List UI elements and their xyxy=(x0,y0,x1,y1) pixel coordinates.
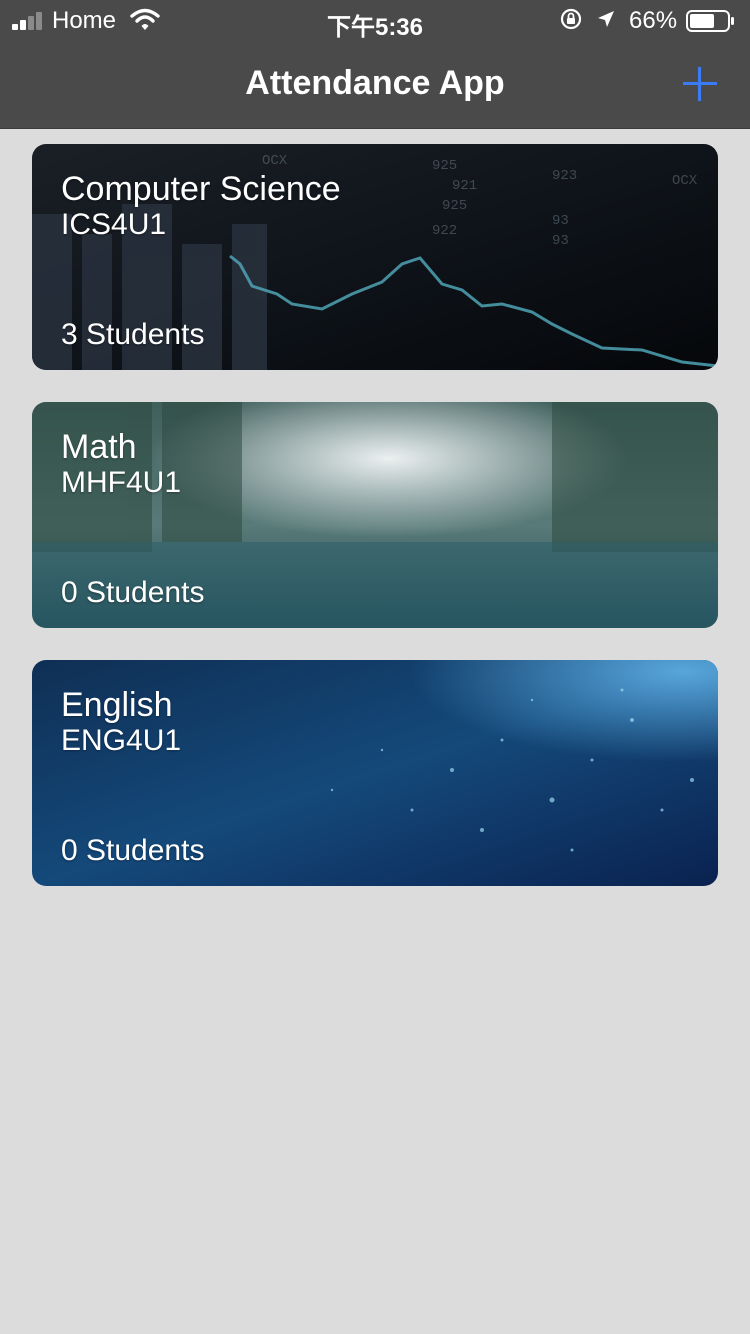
location-icon xyxy=(598,11,614,27)
course-name: Math xyxy=(61,428,137,466)
course-card-math[interactable]: Math MHF4U1 0 Students xyxy=(32,402,718,628)
orientation-lock-icon xyxy=(560,8,582,30)
course-name: English xyxy=(61,686,173,724)
battery-icon xyxy=(686,10,734,32)
course-card-english[interactable]: English ENG4U1 0 Students xyxy=(32,660,718,886)
navigation-bar: Attendance App xyxy=(0,40,750,129)
svg-text:925: 925 xyxy=(442,198,467,214)
svg-text:OCX: OCX xyxy=(672,173,698,189)
svg-text:922: 922 xyxy=(432,223,457,239)
student-count: 3 Students xyxy=(61,318,205,351)
course-name: Computer Science xyxy=(61,170,341,208)
course-code: MHF4U1 xyxy=(61,466,182,499)
course-card-computer-science[interactable]: OCX OCX 925 923 921 925 922 93 93 Comput… xyxy=(32,144,718,370)
svg-text:925: 925 xyxy=(432,158,457,174)
student-count: 0 Students xyxy=(61,834,205,867)
page-title: Attendance App xyxy=(245,64,505,102)
student-count: 0 Students xyxy=(61,576,205,609)
svg-text:93: 93 xyxy=(552,233,569,249)
svg-text:93: 93 xyxy=(552,213,569,229)
course-code: ENG4U1 xyxy=(61,724,182,757)
svg-text:OCX: OCX xyxy=(262,153,288,169)
course-code: ICS4U1 xyxy=(61,208,167,241)
svg-text:923: 923 xyxy=(552,168,577,184)
battery-percent: 66% xyxy=(629,7,678,34)
svg-text:921: 921 xyxy=(452,178,477,194)
status-bar: Home 下午5:36 66% xyxy=(0,0,750,41)
add-course-button[interactable] xyxy=(676,60,724,108)
